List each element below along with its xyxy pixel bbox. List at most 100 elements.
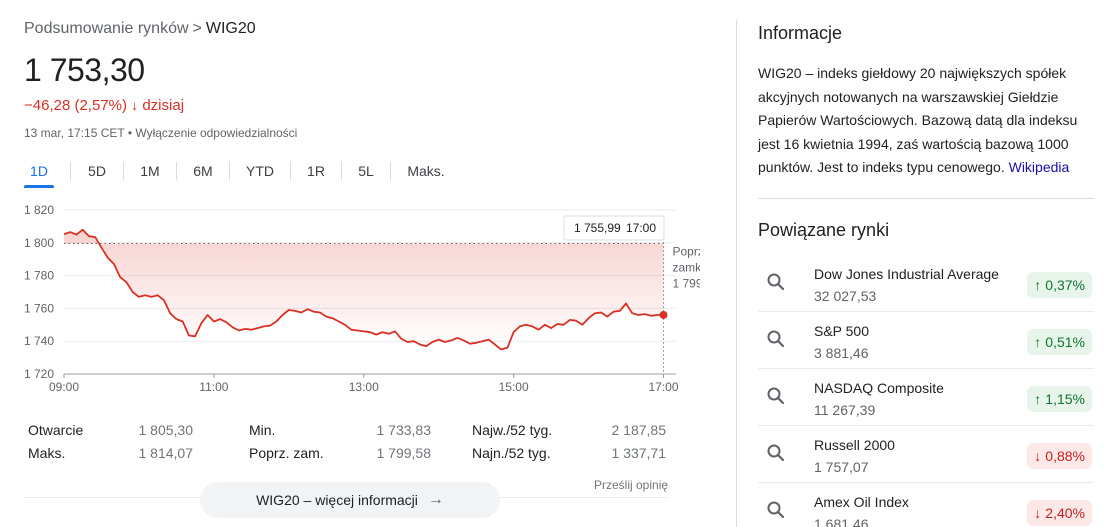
feedback-link[interactable]: Prześlij opinię: [594, 478, 668, 492]
wikipedia-link[interactable]: Wikipedia: [1009, 159, 1070, 175]
stats-table: Otwarcie 1 805,30 Min. 1 733,83 Najw./52 tyg…: [28, 418, 668, 464]
current-point[interactable]: [659, 310, 668, 319]
price-value: 1 753,30: [24, 52, 145, 88]
x-tick-label: 09:00: [49, 380, 79, 394]
change-percent: 2,40%: [1045, 505, 1085, 521]
change-badge: ↓ 0,88%: [1027, 443, 1092, 469]
related-market-item[interactable]: S&P 500 3 881,46 ↑ 0,51%: [758, 315, 1094, 365]
change-percent: 0,88%: [1045, 448, 1085, 464]
market-value: 11 267,39: [814, 402, 876, 418]
tab-5d[interactable]: 5D: [87, 160, 107, 182]
info-description: WIG20 – indeks giełdowy 20 największych …: [758, 62, 1088, 180]
tab-divider: [290, 162, 291, 180]
change-percent: 0,51%: [1045, 334, 1085, 350]
stats-row: Maks. 1 814,07 Poprz. zam. 1 799,58 Najn./52…: [28, 441, 668, 464]
breadcrumb-separator: >: [192, 20, 202, 37]
market-divider: [758, 425, 1094, 426]
tab-ytd[interactable]: YTD: [246, 160, 274, 182]
market-name: Dow Jones Industrial Average: [814, 266, 999, 282]
search-icon: [766, 329, 786, 349]
market-divider: [758, 482, 1094, 483]
change-percent: 1,15%: [1045, 391, 1085, 407]
prev-close-label: Poprzedn.: [673, 244, 700, 258]
prev-close-label: 1 799,58: [673, 276, 700, 290]
stat-value: 1 733,83: [376, 421, 432, 438]
price-change: −46,28 (2,57%) ↓ dzisiaj: [24, 97, 184, 114]
market-value: 3 881,46: [814, 345, 869, 361]
section-divider: [758, 198, 1094, 199]
market-name: Russell 2000: [814, 437, 895, 453]
related-market-item[interactable]: NASDAQ Composite 11 267,39 ↑ 1,15%: [758, 372, 1094, 422]
breadcrumb-current: WIG20: [205, 20, 256, 37]
change-badge: ↑ 0,51%: [1027, 329, 1092, 355]
search-icon: [766, 272, 786, 292]
market-divider: [758, 311, 1094, 312]
related-market-item[interactable]: Amex Oil Index 1 681,46 ↓ 2,40%: [758, 486, 1094, 527]
breadcrumb-parent[interactable]: Podsumowanie rynków: [24, 20, 189, 37]
search-icon: [766, 386, 786, 406]
arrow-up-icon: ↑: [1034, 391, 1042, 407]
x-tick-label: 15:00: [499, 380, 529, 394]
prev-close-label: zamkn.: [673, 260, 700, 274]
related-markets-title: Powiązane rynki: [758, 220, 890, 240]
price-chart: 1 720 1 740 1 760 1 780 1 800 1 820 09:00 11:00…: [24, 203, 700, 394]
timestamp-disclaimer: 13 mar, 17:15 CET • Wyłączenie odpowiedz…: [24, 126, 298, 140]
market-divider: [758, 368, 1094, 369]
stat-label: Maks.: [28, 444, 66, 461]
x-tick-label: 11:00: [199, 380, 228, 394]
stat-label: Otwarcie: [28, 421, 84, 438]
y-tick-label: 1 760: [24, 301, 54, 315]
tooltip-time: 17:00: [626, 221, 656, 235]
arrow-down-icon: ↓: [1034, 448, 1042, 464]
arrow-down-icon: ↓: [1034, 505, 1042, 521]
tab-divider: [123, 162, 124, 180]
tab-maks[interactable]: Maks.: [407, 160, 445, 182]
stat-value: 1 337,71: [611, 444, 667, 461]
market-name: Amex Oil Index: [814, 494, 909, 510]
change-suffix: dzisiaj: [142, 97, 185, 114]
stat-label: Min.: [249, 421, 276, 438]
tab-divider: [70, 162, 71, 180]
y-tick-label: 1 780: [24, 269, 54, 283]
market-value: 1 757,07: [814, 459, 869, 475]
change-text: −46,28 (2,57%): [24, 97, 127, 114]
more-info-button[interactable]: WIG20 – więcej informacji →: [200, 482, 500, 518]
column-divider: [736, 20, 737, 527]
tab-1m[interactable]: 1M: [140, 160, 160, 182]
search-icon: [766, 443, 786, 463]
tab-6m[interactable]: 6M: [193, 160, 213, 182]
stats-row: Otwarcie 1 805,30 Min. 1 733,83 Najw./52 tyg…: [28, 418, 668, 441]
stat-value: 2 187,85: [611, 421, 667, 438]
related-market-item[interactable]: Russell 2000 1 757,07 ↓ 0,88%: [758, 429, 1094, 479]
search-icon: [766, 500, 786, 520]
stat-label: Poprz. zam.: [249, 444, 324, 461]
stat-value: 1 814,07: [138, 444, 194, 461]
stat-value: 1 805,30: [138, 421, 194, 438]
x-tick-label: 17:00: [648, 380, 678, 394]
y-tick-label: 1 720: [24, 367, 54, 381]
tab-5l[interactable]: 5L: [358, 160, 374, 182]
market-value: 32 027,53: [814, 288, 877, 304]
tab-divider: [176, 162, 177, 180]
market-name: S&P 500: [814, 323, 870, 339]
arrow-right-icon: →: [427, 491, 444, 508]
change-badge: ↑ 0,37%: [1027, 272, 1092, 298]
info-title: Informacje: [758, 23, 843, 43]
change-percent: 0,37%: [1045, 277, 1085, 293]
tooltip-value: 1 755,99: [574, 221, 621, 235]
change-badge: ↑ 1,15%: [1027, 386, 1092, 412]
y-tick-label: 1 800: [24, 236, 54, 250]
stat-label: Najn./52 tyg.: [472, 444, 551, 461]
y-tick-label: 1 820: [24, 203, 54, 217]
market-name: NASDAQ Composite: [814, 380, 944, 396]
tab-1r[interactable]: 1R: [307, 160, 325, 182]
market-value: 1 681,46: [814, 516, 869, 527]
breadcrumb: Podsumowanie rynków > WIG20: [24, 20, 256, 38]
y-tick-label: 1 740: [24, 334, 54, 348]
tab-1d[interactable]: 1D: [24, 160, 54, 188]
stat-value: 1 799,58: [376, 444, 432, 461]
change-badge: ↓ 2,40%: [1027, 500, 1092, 526]
related-market-item[interactable]: Dow Jones Industrial Average 32 027,53 ↑ 0,…: [758, 258, 1094, 308]
arrow-down-icon: ↓: [131, 97, 139, 113]
range-tabs: 1D 5D 1M 6M YTD 1R 5L Maks.: [24, 160, 445, 188]
